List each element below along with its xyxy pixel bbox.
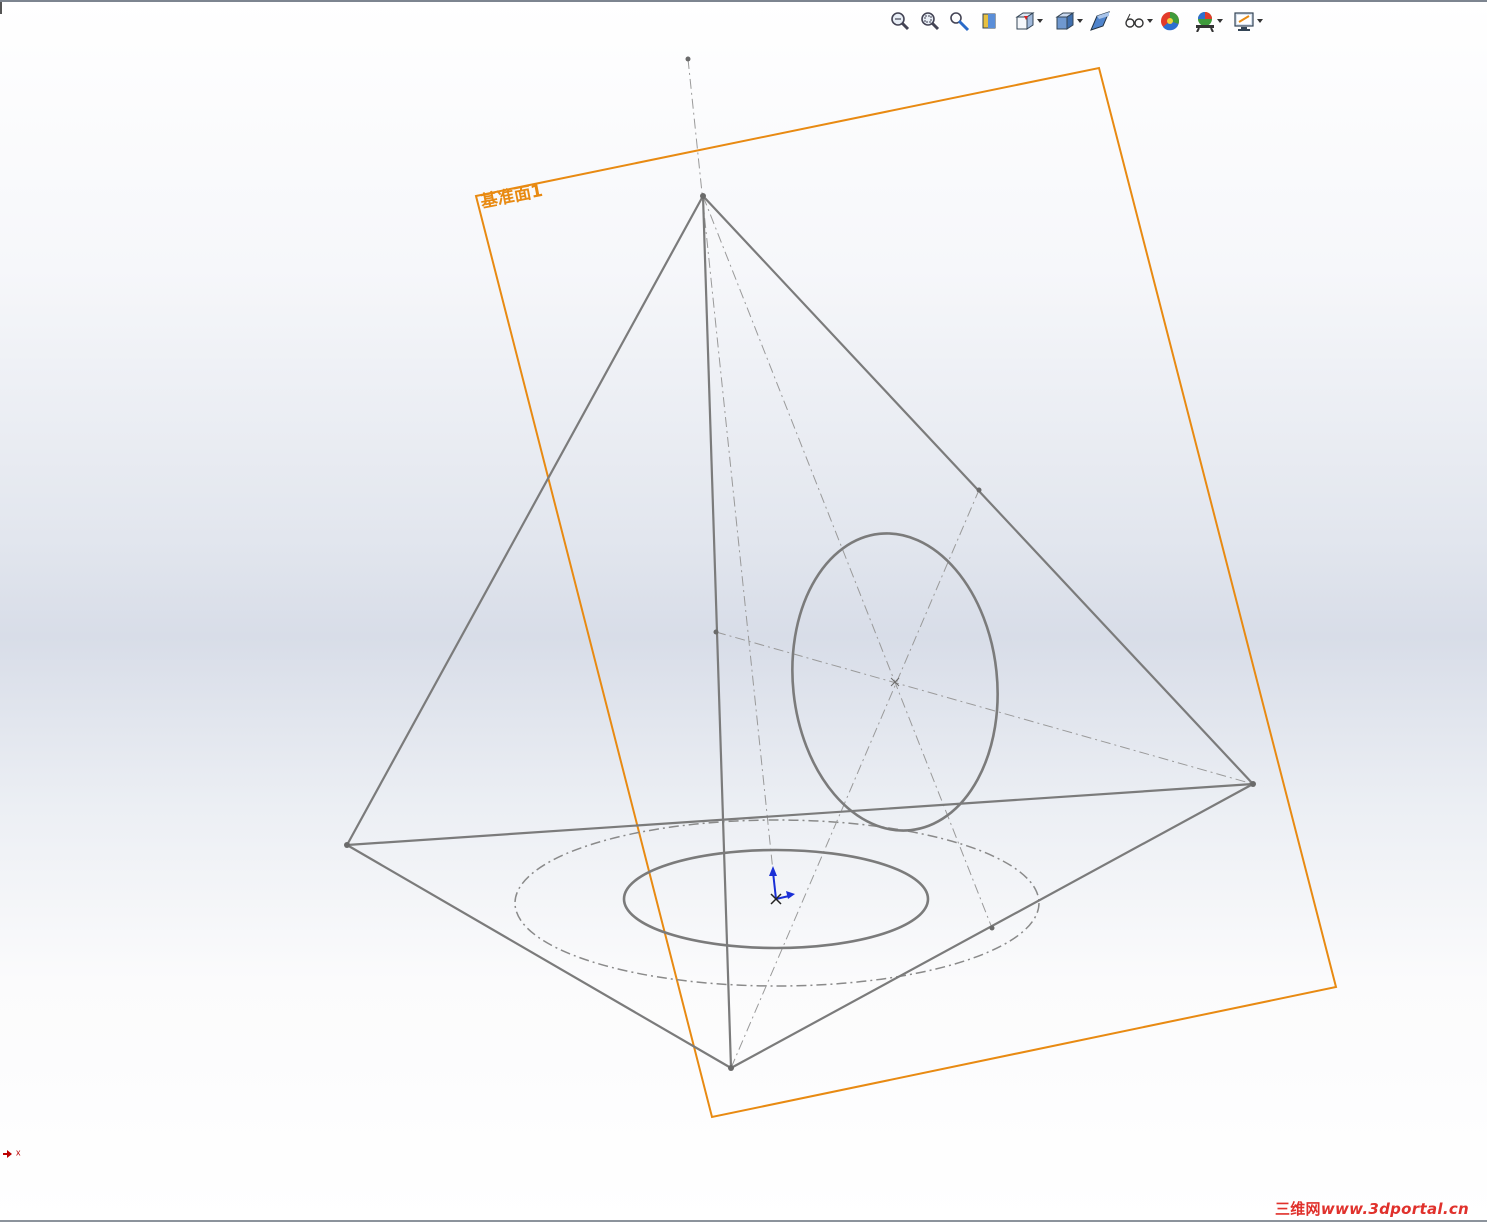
view-orientation-button[interactable] bbox=[1006, 7, 1044, 35]
bottom-vertex-point[interactable] bbox=[728, 1065, 734, 1071]
apply-scene-icon bbox=[1196, 12, 1214, 32]
edit-appearance-button[interactable] bbox=[1156, 7, 1184, 35]
heads-up-view-toolbar bbox=[886, 6, 1264, 36]
centerline-bottom-to-edge[interactable] bbox=[730, 489, 980, 1069]
section-view-icon bbox=[982, 13, 996, 29]
display-settings-icon bbox=[1234, 12, 1254, 31]
zoom-to-area-button[interactable] bbox=[916, 7, 944, 35]
watermark-cn: 三维网 bbox=[1274, 1200, 1321, 1218]
hide-show-items-button[interactable] bbox=[1086, 7, 1114, 35]
hide-show-items-icon bbox=[1090, 11, 1110, 31]
previous-view-button[interactable] bbox=[946, 7, 974, 35]
zoom-to-fit-icon bbox=[891, 12, 910, 31]
edge-midpoint-apex[interactable] bbox=[713, 629, 719, 635]
display-style-button[interactable] bbox=[1046, 7, 1084, 35]
triad-x-label: x bbox=[16, 1147, 21, 1158]
apex-point[interactable] bbox=[700, 193, 706, 199]
site-watermark: 三维网www.3dportal.cn bbox=[1275, 1198, 1469, 1219]
pyramid-edges bbox=[346, 195, 1254, 1069]
view-settings-icon bbox=[1125, 13, 1144, 28]
sketch-points bbox=[344, 56, 1256, 1071]
zoom-to-area-icon bbox=[921, 12, 940, 31]
left-vertex-point[interactable] bbox=[344, 842, 350, 848]
origin-icon[interactable] bbox=[769, 866, 795, 905]
zoom-to-fit-button[interactable] bbox=[886, 7, 914, 35]
right-vertex-point[interactable] bbox=[1250, 781, 1256, 787]
vertical-axis[interactable] bbox=[687, 58, 777, 901]
construction-ellipse[interactable] bbox=[514, 819, 1040, 987]
previous-view-icon bbox=[950, 12, 970, 32]
reference-triad-icon: x bbox=[2, 1146, 21, 1160]
edge-midpoint-right[interactable] bbox=[976, 487, 982, 493]
edge-left-right[interactable] bbox=[346, 782, 1254, 847]
axis-top-point[interactable] bbox=[685, 56, 691, 62]
edit-appearance-icon bbox=[1161, 11, 1180, 31]
display-style-icon bbox=[1055, 12, 1075, 30]
section-view-button[interactable] bbox=[976, 7, 1004, 35]
model-viewport[interactable] bbox=[0, 0, 1487, 1225]
apply-scene-button[interactable] bbox=[1186, 7, 1224, 35]
edge-left-bottom[interactable] bbox=[346, 844, 732, 1069]
edge-apex-left[interactable] bbox=[346, 195, 704, 846]
reference-plane[interactable] bbox=[474, 66, 1338, 1119]
watermark-url: www.3dportal.cn bbox=[1320, 1200, 1469, 1218]
edge-midpoint-bottom[interactable] bbox=[989, 925, 995, 931]
view-orientation-icon bbox=[1015, 12, 1035, 30]
window-bottom-border bbox=[0, 1220, 1487, 1222]
view-settings-button[interactable] bbox=[1116, 7, 1154, 35]
display-settings-button[interactable] bbox=[1226, 7, 1264, 35]
graphics-area[interactable]: 基准面1 x 三维网www.3dportal.cn bbox=[0, 0, 1487, 1225]
